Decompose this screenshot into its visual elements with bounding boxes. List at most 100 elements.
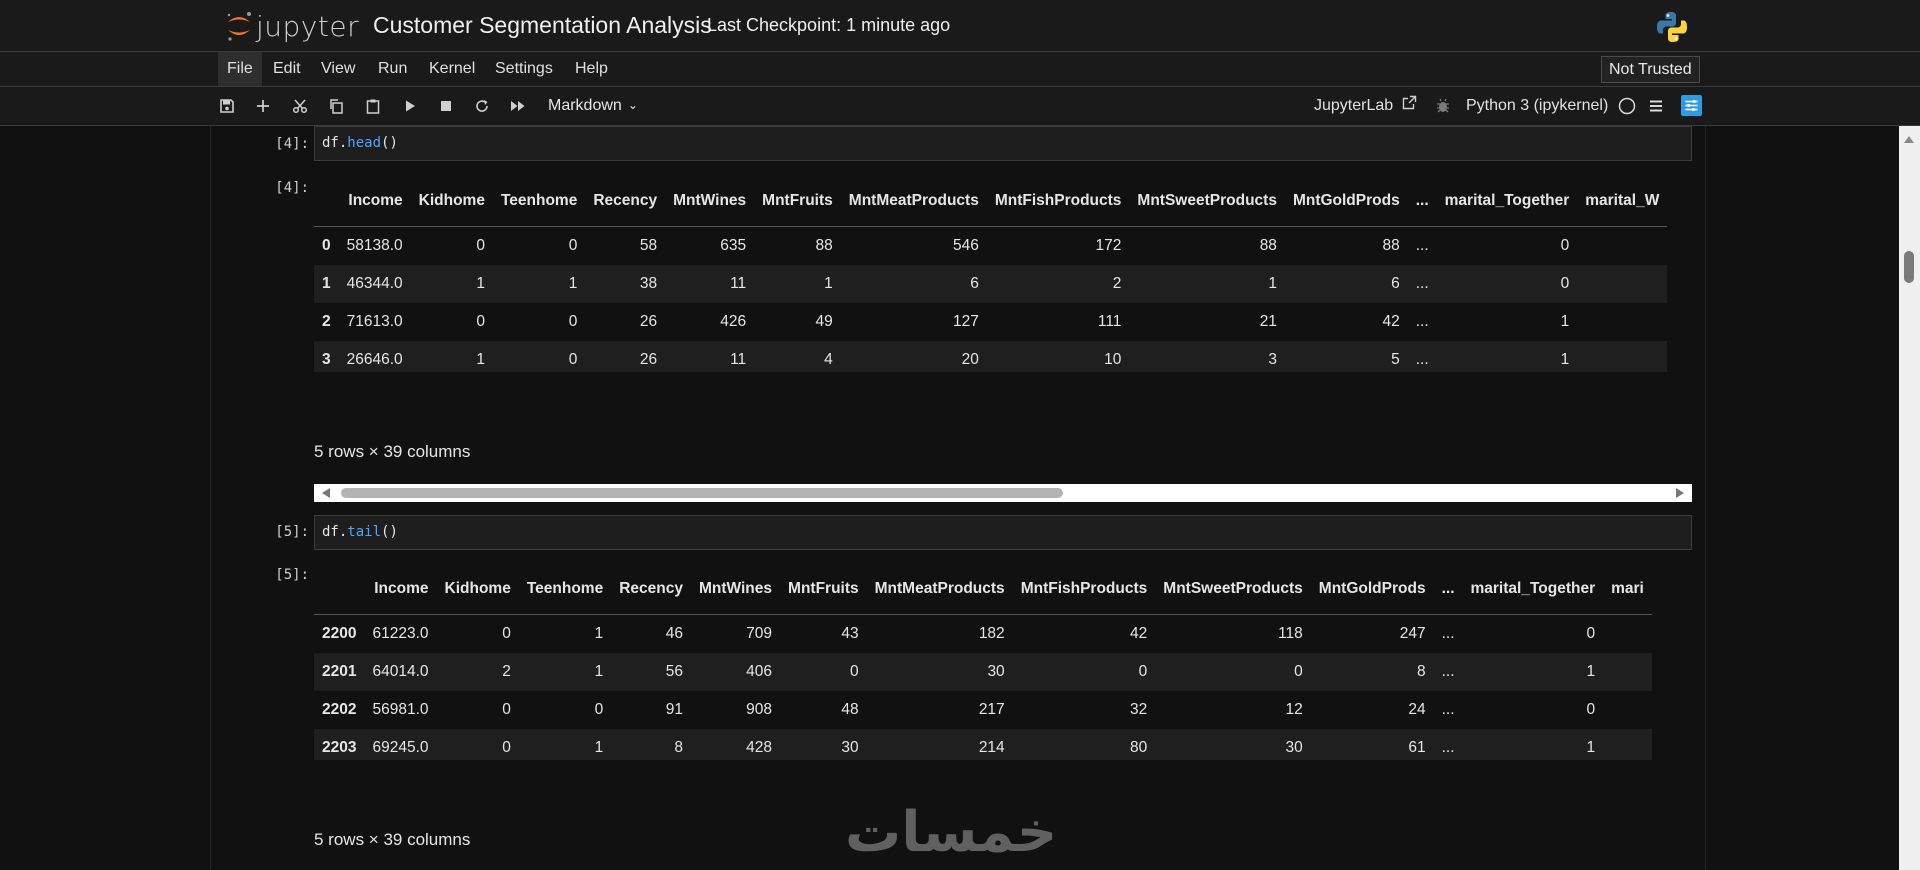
table-cell: 0 <box>476 237 485 254</box>
table-cell: 0 <box>1294 663 1303 680</box>
debugger-icon[interactable] <box>1433 96 1453 116</box>
column-header: MntWines <box>690 564 781 615</box>
column-header: MntWines <box>665 176 755 227</box>
code-object: df. <box>322 524 348 540</box>
code-cell-input[interactable]: df.tail() <box>314 515 1692 550</box>
column-header: MntSweetProducts <box>1155 564 1311 615</box>
add-cell-icon[interactable] <box>253 96 273 116</box>
table-cell: 172 <box>1095 237 1122 254</box>
column-header: MntSweetProducts <box>1129 176 1285 227</box>
property-inspector-icon[interactable] <box>1681 95 1702 116</box>
column-header <box>314 176 339 227</box>
column-header: mari <box>1603 564 1652 615</box>
column-header: MntGoldProds <box>1284 176 1408 227</box>
table-cell: 21 <box>1259 313 1277 330</box>
table-cell: 64014.0 <box>372 663 429 680</box>
column-header: Recency <box>611 564 691 615</box>
table-cell <box>1577 303 1667 341</box>
table-cell: 56 <box>665 663 683 680</box>
paste-icon[interactable] <box>363 96 383 116</box>
trust-status-button[interactable]: Not Trusted <box>1601 56 1700 83</box>
jupyterlab-label: JupyterLab <box>1314 97 1394 115</box>
column-header: MntGoldProds <box>1310 564 1434 615</box>
dataframe-summary: 5 rows × 39 columns <box>314 442 471 461</box>
horizontal-scrollbar[interactable] <box>314 484 1692 502</box>
table-cell: 0 <box>476 313 485 330</box>
table-cell: 4 <box>824 351 833 368</box>
menu-run[interactable]: Run <box>369 52 416 86</box>
vertical-scrollbar[interactable] <box>1899 126 1920 870</box>
stop-icon[interactable] <box>436 96 456 116</box>
column-header <box>314 564 365 615</box>
menu-lines-icon[interactable] <box>1646 96 1666 116</box>
table-cell: 46344.0 <box>346 275 403 292</box>
menu-settings[interactable]: Settings <box>486 52 562 86</box>
menu-file[interactable]: File <box>218 52 262 86</box>
cut-icon[interactable] <box>290 96 310 116</box>
code-object: df. <box>322 135 348 151</box>
table-cell: 42 <box>1130 625 1148 642</box>
table-cell: 61223.0 <box>372 625 429 642</box>
scroll-right-icon[interactable] <box>1676 488 1684 498</box>
jupyter-logo[interactable]: jupyter <box>224 9 359 43</box>
run-icon[interactable] <box>400 96 420 116</box>
output-prompt: [5]: <box>275 567 309 583</box>
table-cell: 26 <box>639 351 658 368</box>
notebook-title[interactable]: Customer Segmentation Analysis <box>373 12 712 39</box>
table-cell: 26 <box>639 313 658 330</box>
table-cell: 42 <box>1382 313 1400 330</box>
scroll-up-icon[interactable] <box>1904 136 1914 143</box>
table-cell: 1 <box>594 739 604 756</box>
table-cell: 908 <box>746 701 773 718</box>
scrollbar-thumb[interactable] <box>341 488 1063 498</box>
menu-edit[interactable]: Edit <box>264 52 310 86</box>
column-header: Teenhome <box>518 564 612 615</box>
column-header: Recency <box>585 176 666 227</box>
save-icon[interactable] <box>217 96 237 116</box>
copy-icon[interactable] <box>326 96 346 116</box>
row-index: 3 <box>322 351 331 368</box>
table-cell <box>1603 615 1652 654</box>
menu-kernel[interactable]: Kernel <box>420 52 484 86</box>
column-header: MntFishProducts <box>986 176 1130 227</box>
table-cell: 0 <box>594 701 604 718</box>
table-cell: 2 <box>502 663 511 680</box>
table-cell: 0 <box>568 351 578 368</box>
table-cell: 426 <box>720 313 747 330</box>
column-header: Teenhome <box>492 176 586 227</box>
column-header: MntFruits <box>780 564 867 615</box>
table-cell <box>1603 653 1652 691</box>
table-cell: 0 <box>568 237 578 254</box>
code-cell-input[interactable]: df.head() <box>314 126 1692 161</box>
notebook-content: [4]: df.head() [4]: Income Kidhome Teenhom… <box>0 126 1920 870</box>
table-cell: 58 <box>639 237 658 254</box>
menu-help[interactable]: Help <box>566 52 617 86</box>
table-cell: 56981.0 <box>372 701 429 718</box>
table-cell: 1 <box>824 275 833 292</box>
table-cell: ... <box>1415 237 1429 254</box>
open-jupyterlab-link[interactable]: JupyterLab <box>1314 87 1417 125</box>
fast-forward-icon[interactable] <box>508 96 528 116</box>
table-cell: 11 <box>730 275 747 292</box>
watermark-logo: خمسات <box>845 800 1058 865</box>
menu-view[interactable]: View <box>312 52 364 86</box>
menu-bar: File Edit View Run Kernel Settings Help … <box>0 52 1920 87</box>
dataframe-table: Income Kidhome Teenhome Recency MntWines MntF… <box>314 564 1652 760</box>
table-cell: 11 <box>730 351 747 368</box>
restart-icon[interactable] <box>472 96 492 116</box>
kernel-name-button[interactable]: Python 3 (ipykernel) <box>1466 87 1608 125</box>
table-cell: 1 <box>594 663 604 680</box>
code-paren: () <box>381 524 398 540</box>
table-row: 3 26646.0 1 0 26 11 4 20 10 3 5... 1 <box>314 341 1668 372</box>
table-cell: 0 <box>1138 663 1148 680</box>
table-cell: 1 <box>1586 739 1596 756</box>
row-index: 2 <box>322 313 331 330</box>
table-row: 1 46344.0 1 1 38 11 1 6 2 1 6... 0 <box>314 265 1668 303</box>
column-header: ... <box>1433 564 1463 615</box>
table-cell: 0 <box>1560 275 1570 292</box>
scroll-left-icon[interactable] <box>322 488 330 498</box>
scrollbar-thumb[interactable] <box>1904 251 1914 283</box>
cell-type-dropdown[interactable]: Markdown ⌄ <box>548 87 638 125</box>
table-cell <box>1603 691 1652 729</box>
table-cell: 0 <box>502 739 511 756</box>
